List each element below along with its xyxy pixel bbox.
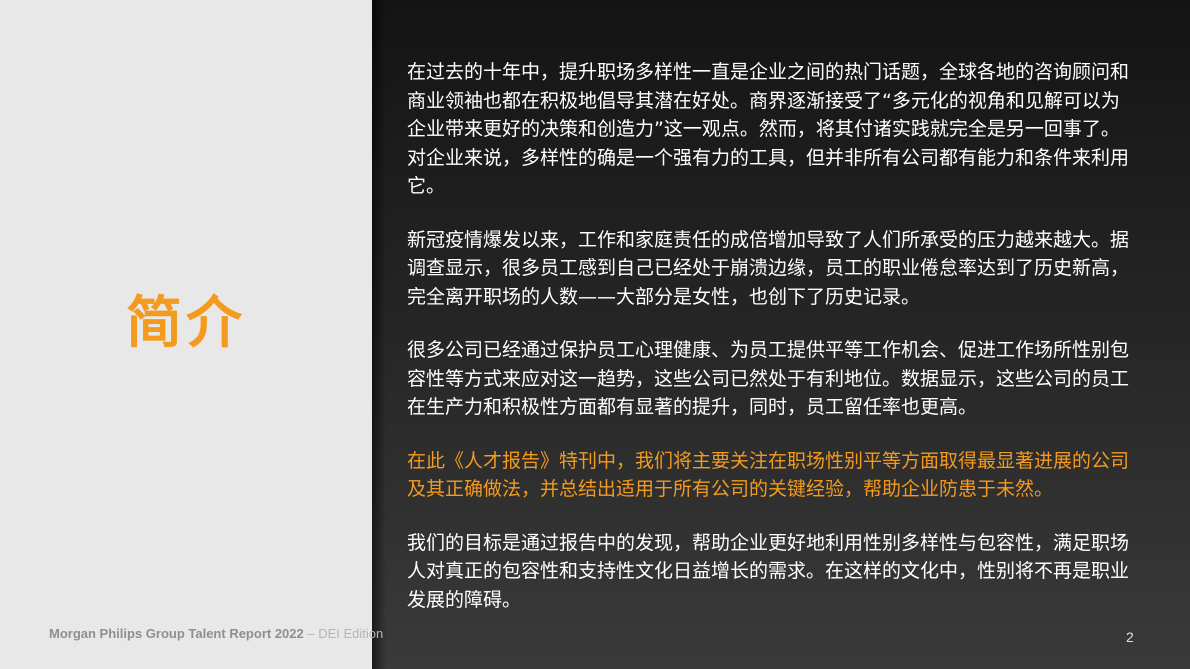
panel-divider-shadow (372, 0, 386, 669)
paragraph-1: 在过去的十年中，提升职场多样性一直是企业之间的热门话题，全球各地的咨询顾问和商业… (407, 61, 1130, 197)
paragraph-3: 很多公司已经通过保护员工心理健康、为员工提供平等工作机会、促进工作场所性别包容性… (407, 339, 1130, 418)
paragraph-2: 新冠疫情爆发以来，工作和家庭责任的成倍增加导致了人们所承受的压力越来越大。据调查… (407, 228, 1130, 308)
footer-report-name: Morgan Philips Group Talent Report 2022 (49, 626, 304, 641)
paragraph-5: 我们的目标是通过报告中的发现，帮助企业更好地利用性别多样性与包容性，满足职场人对… (407, 531, 1130, 611)
footer-edition: – DEI Edition (303, 626, 384, 641)
body-text: 在过去的十年中，提升职场多样性一直是企业之间的热门话题，全球各地的咨询顾问和商业… (407, 58, 1132, 639)
footer: Morgan Philips Group Talent Report 2022 … (49, 626, 383, 641)
slide-title: 简介 (126, 291, 246, 356)
page-number: 2 (1126, 629, 1134, 645)
paragraph-highlight: 在此《人才报告》特刊中，我们将主要关注在职场性别平等方面取得最显著进展的公司及其… (407, 449, 1130, 501)
